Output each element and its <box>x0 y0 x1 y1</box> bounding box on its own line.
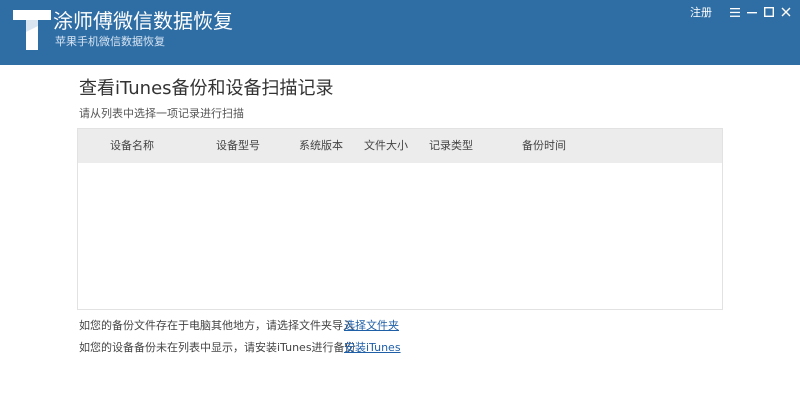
window-controls: 注册 <box>690 4 794 20</box>
register-button[interactable]: 注册 <box>690 4 712 20</box>
column-header-record-type[interactable]: 记录类型 <box>429 129 473 163</box>
column-header-system-version[interactable]: 系统版本 <box>299 129 343 163</box>
close-icon[interactable] <box>777 4 794 20</box>
app-title: 涂师傅微信数据恢复 <box>53 9 233 33</box>
backup-records-table: 设备名称 设备型号 系统版本 文件大小 记录类型 备份时间 <box>77 128 723 310</box>
title-bar: 涂师傅微信数据恢复 苹果手机微信数据恢复 注册 <box>0 0 800 65</box>
page-title: 查看iTunes备份和设备扫描记录 <box>79 78 334 99</box>
install-itunes-hint-text: 如您的设备备份未在列表中显示，请安装iTunes进行备份 <box>79 341 356 354</box>
column-header-device-name[interactable]: 设备名称 <box>110 129 154 163</box>
install-itunes-hint: 如您的设备备份未在列表中显示，请安装iTunes进行备份 安装iTunes <box>79 340 419 356</box>
column-header-backup-time[interactable]: 备份时间 <box>522 129 566 163</box>
app-logo-icon <box>13 10 51 50</box>
install-itunes-link[interactable]: 安装iTunes <box>344 340 401 356</box>
import-folder-hint: 如您的备份文件存在于电脑其他地方，请选择文件夹导入 选择文件夹 <box>79 318 419 334</box>
menu-icon[interactable] <box>726 4 743 20</box>
app-subtitle: 苹果手机微信数据恢复 <box>55 35 165 48</box>
page-instruction: 请从列表中选择一项记录进行扫描 <box>79 107 244 120</box>
column-header-file-size[interactable]: 文件大小 <box>364 129 408 163</box>
minimize-icon[interactable] <box>743 4 760 20</box>
choose-folder-link[interactable]: 选择文件夹 <box>344 318 399 334</box>
maximize-icon[interactable] <box>760 4 777 20</box>
import-folder-hint-text: 如您的备份文件存在于电脑其他地方，请选择文件夹导入 <box>79 319 354 332</box>
column-header-device-model[interactable]: 设备型号 <box>216 129 260 163</box>
table-body[interactable] <box>78 163 722 309</box>
table-header: 设备名称 设备型号 系统版本 文件大小 记录类型 备份时间 <box>78 129 722 163</box>
